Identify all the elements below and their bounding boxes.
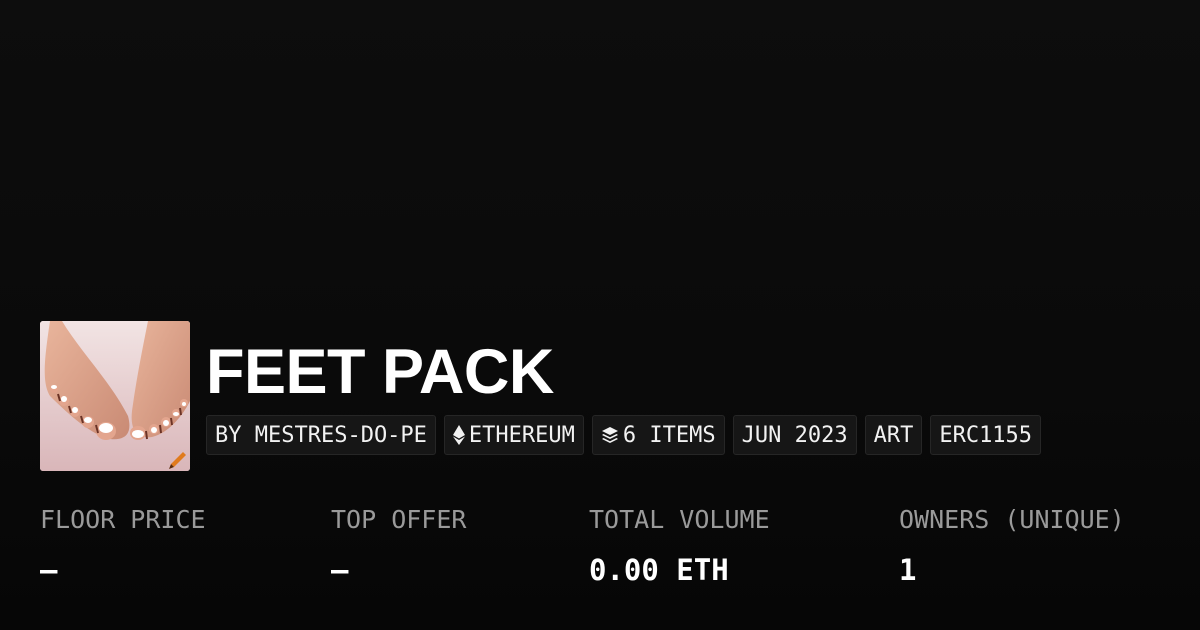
ethereum-icon [452,425,465,445]
floor-price-stat: FLOOR PRICE – [40,500,206,590]
items-tag[interactable]: 6 ITEMS [591,415,725,455]
feet-artwork-image [40,321,190,471]
owners-label: OWNERS (UNIQUE) [899,505,1125,534]
category-label: ART [873,422,914,448]
owners-stat: OWNERS (UNIQUE) 1 [899,500,1125,590]
collection-stats: FLOOR PRICE – TOP OFFER – TOTAL VOLUME 0… [0,500,1200,610]
category-tag[interactable]: ART [864,415,923,455]
floor-price-label: FLOOR PRICE [40,505,206,534]
chain-label: ETHEREUM [468,422,575,448]
total-volume-value: 0.00 ETH [589,553,729,587]
top-offer-value: – [331,553,349,587]
date-label: JUN 2023 [741,422,848,448]
chain-tag[interactable]: ETHEREUM [443,415,584,455]
layers-icon [601,426,619,444]
creator-label: BY MESTRES-DO-PE [215,422,427,448]
collection-card: FEET PACK BY MESTRES-DO-PE ETHEREUM 6 IT… [0,0,1200,630]
owners-value: 1 [899,553,917,587]
collection-tags: BY MESTRES-DO-PE ETHEREUM 6 ITEMS JUN 20… [206,415,1042,455]
collection-title: FEET PACK [206,337,554,407]
collection-image[interactable] [40,321,190,471]
floor-price-value: – [40,553,58,587]
creator-tag[interactable]: BY MESTRES-DO-PE [206,415,436,455]
items-label: 6 ITEMS [622,422,716,448]
top-offer-label: TOP OFFER [331,505,467,534]
top-offer-stat: TOP OFFER – [331,500,466,590]
total-volume-stat: TOTAL VOLUME 0.00 ETH [589,500,770,590]
total-volume-label: TOTAL VOLUME [589,505,770,534]
date-tag: JUN 2023 [732,415,857,455]
standard-tag: ERC1155 [930,415,1042,455]
standard-label: ERC1155 [939,422,1033,448]
